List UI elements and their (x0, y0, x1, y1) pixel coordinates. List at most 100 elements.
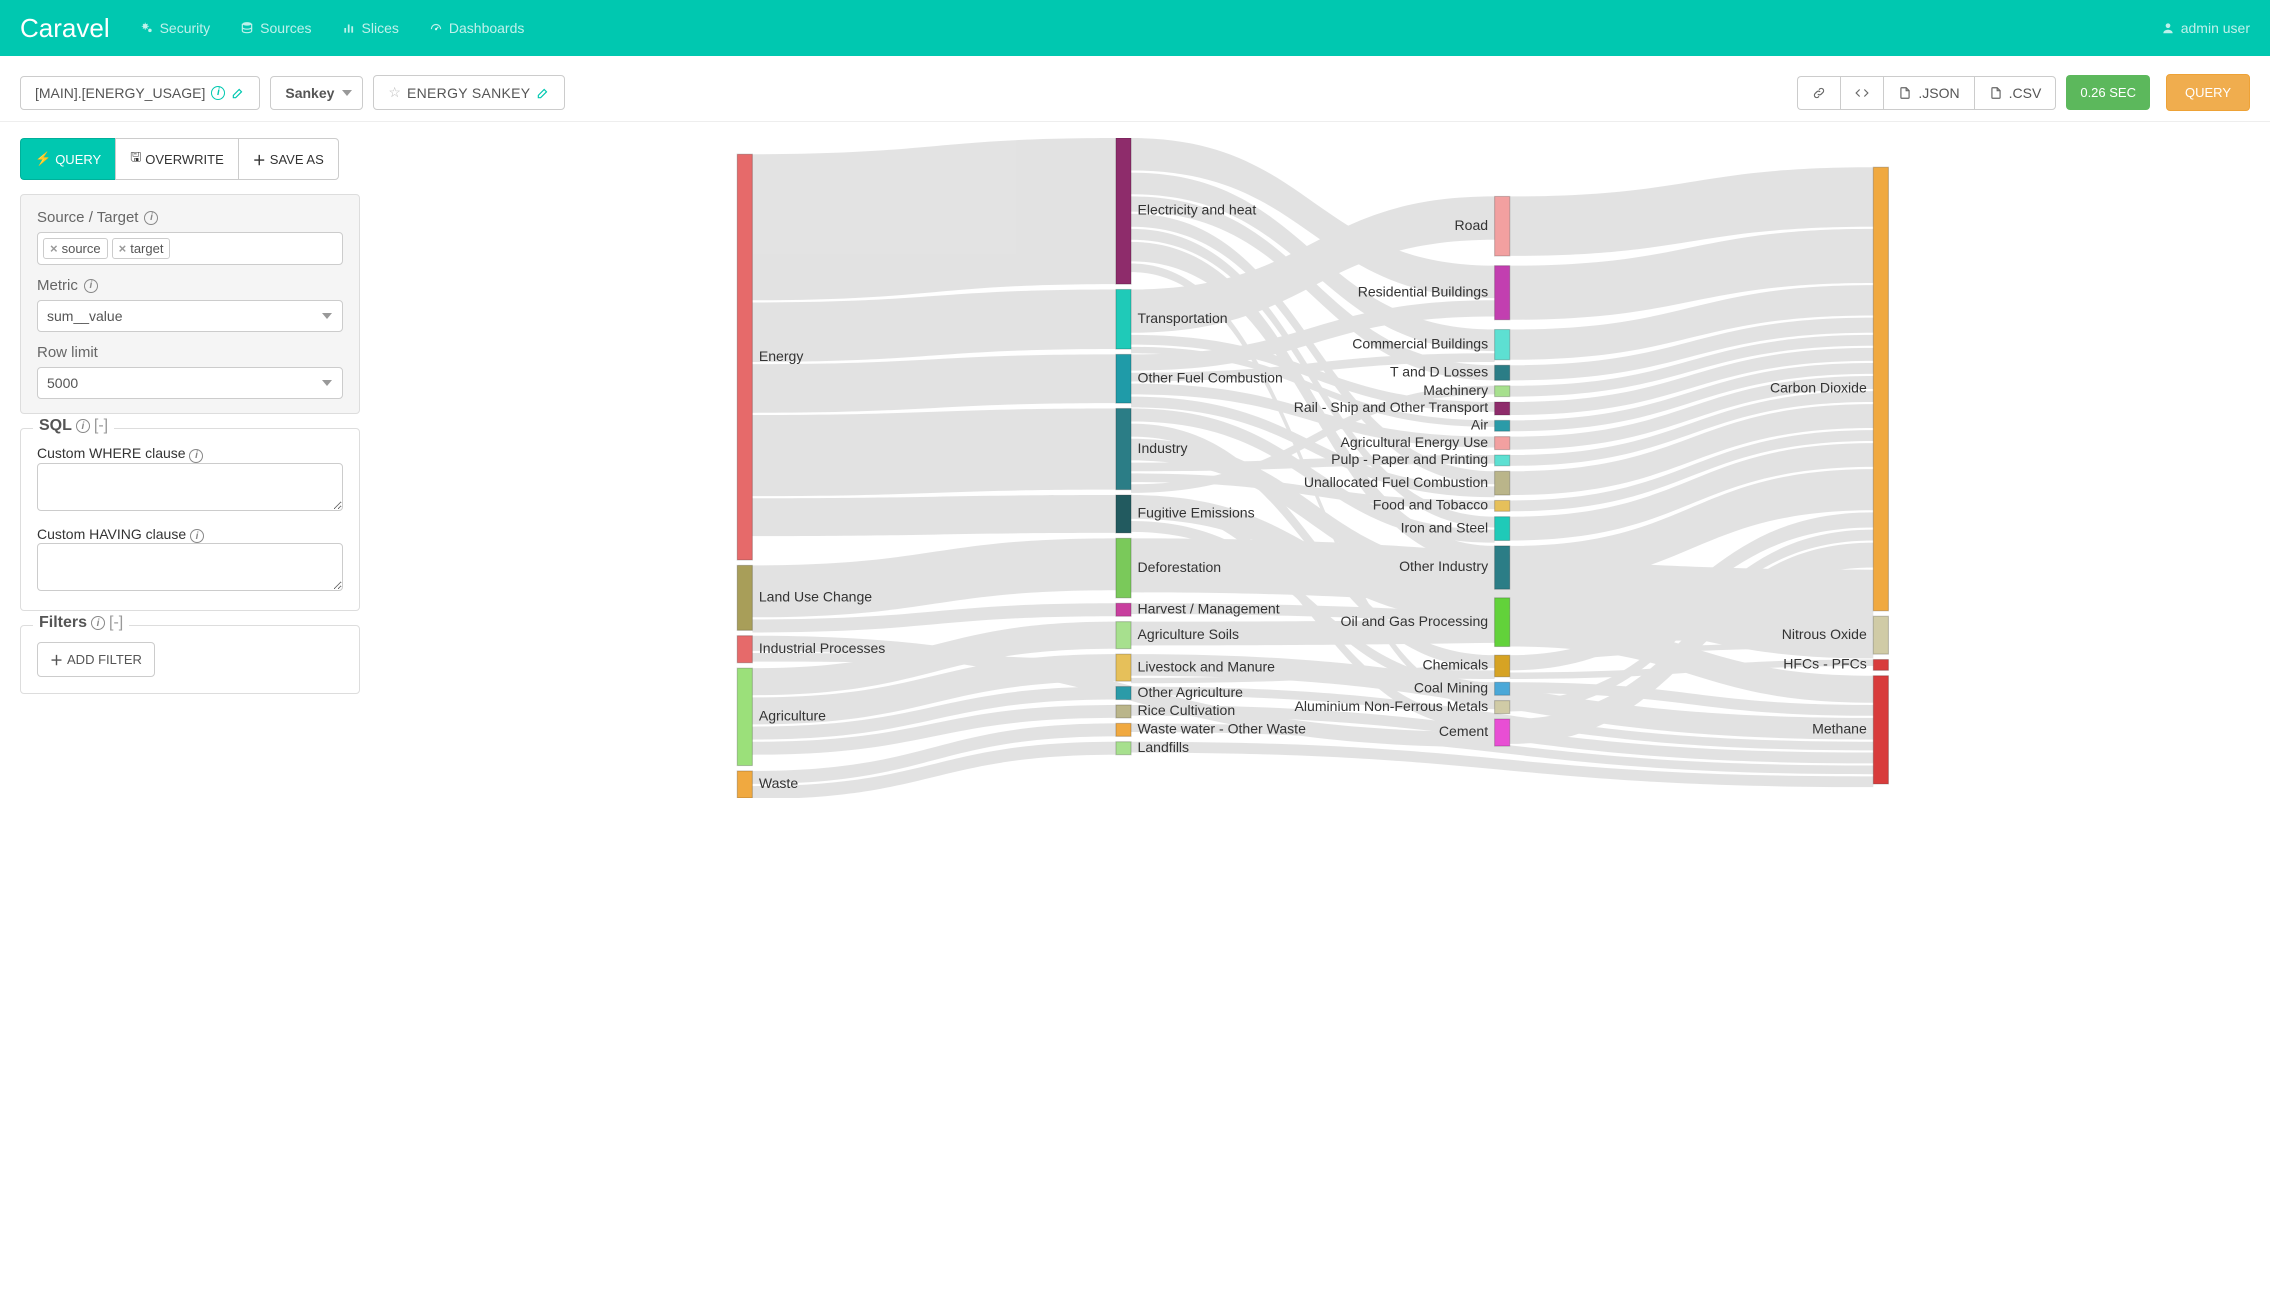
edit-icon[interactable] (536, 86, 550, 100)
tag[interactable]: × source (43, 238, 108, 259)
sankey-node[interactable] (1495, 500, 1510, 511)
sankey-node[interactable] (1495, 655, 1510, 677)
info-icon[interactable]: i (91, 616, 105, 630)
sankey-node[interactable] (1495, 437, 1510, 450)
query-button[interactable]: ⚡QUERY (20, 138, 115, 180)
info-icon[interactable]: i (211, 86, 225, 100)
query-button[interactable]: QUERY (2166, 74, 2250, 111)
json-label: .JSON (1918, 85, 1959, 101)
sql-legend[interactable]: SQL i [-] (33, 417, 114, 435)
brand[interactable]: Caravel (20, 13, 110, 44)
sankey-node-label: Machinery (1423, 382, 1488, 398)
having-label: Custom HAVING clause i (37, 526, 343, 544)
sankey-node[interactable] (1116, 138, 1131, 284)
remove-icon[interactable]: × (119, 241, 127, 256)
sankey-node[interactable] (1495, 196, 1510, 256)
datasource-name: [MAIN].[ENERGY_USAGE] (35, 85, 205, 101)
sankey-link[interactable] (752, 138, 1116, 300)
viz-type-select[interactable]: Sankey (270, 76, 363, 110)
sankey-node[interactable] (1495, 701, 1510, 714)
sankey-node-label: Livestock and Manure (1138, 658, 1276, 674)
csv-button[interactable]: .CSV (1974, 76, 2057, 110)
json-button[interactable]: .JSON (1883, 76, 1973, 110)
where-input[interactable] (37, 463, 343, 511)
sankey-node[interactable] (1116, 687, 1131, 700)
sankey-node[interactable] (1495, 330, 1510, 360)
sankey-node[interactable] (737, 668, 752, 765)
sankey-node[interactable] (1116, 723, 1131, 736)
source-target-panel: Source / Target i × source× target Metri… (20, 194, 360, 414)
nav-sources[interactable]: Sources (240, 20, 311, 36)
sankey-node[interactable] (1873, 660, 1888, 671)
tag[interactable]: × target (112, 238, 171, 259)
sankey-node[interactable] (1873, 616, 1888, 654)
sankey-node[interactable] (1495, 719, 1510, 746)
sankey-node[interactable] (1495, 266, 1510, 320)
source-target-input[interactable]: × source× target (37, 232, 343, 265)
sankey-node[interactable] (1873, 676, 1888, 784)
info-icon[interactable]: i (84, 279, 98, 293)
slice-name-box[interactable]: ☆ ENERGY SANKEY (373, 75, 565, 110)
sankey-node[interactable] (1873, 167, 1888, 611)
link-button[interactable] (1797, 76, 1840, 110)
nav-label: Slices (362, 20, 399, 36)
sankey-node[interactable] (1495, 402, 1510, 415)
datasource-box[interactable]: [MAIN].[ENERGY_USAGE] i (20, 76, 260, 110)
where-label: Custom WHERE clause i (37, 445, 343, 463)
sankey-node[interactable] (737, 771, 752, 798)
sankey-node-label: Waste water - Other Waste (1138, 721, 1307, 737)
sankey-node[interactable] (737, 565, 752, 630)
filters-legend[interactable]: Filters i [-] (33, 614, 129, 632)
sankey-node[interactable] (1116, 538, 1131, 598)
sankey-node[interactable] (1116, 289, 1131, 349)
sankey-node[interactable] (737, 636, 752, 663)
metric-select[interactable]: sum__value (37, 300, 343, 332)
remove-icon[interactable]: × (50, 241, 58, 256)
info-icon[interactable]: i (76, 419, 90, 433)
sankey-link[interactable] (752, 408, 1116, 496)
sankey-node[interactable] (1116, 654, 1131, 681)
nav-dashboards[interactable]: Dashboards (429, 20, 525, 36)
user-menu[interactable]: admin user (2161, 20, 2250, 36)
text: Metric (37, 277, 78, 294)
embed-button[interactable] (1840, 76, 1883, 110)
sankey-link[interactable] (752, 354, 1116, 412)
info-icon[interactable]: i (190, 529, 204, 543)
sankey-node[interactable] (1495, 546, 1510, 589)
sankey-link[interactable] (752, 495, 1116, 536)
info-icon[interactable]: i (189, 449, 203, 463)
having-input[interactable] (37, 543, 343, 591)
sankey-node[interactable] (1495, 386, 1510, 397)
sankey-node[interactable] (1116, 622, 1131, 649)
sankey-node[interactable] (1495, 471, 1510, 495)
star-icon[interactable]: ☆ (388, 84, 401, 101)
save-as-button[interactable]: ＋SAVE AS (238, 138, 339, 180)
sankey-node[interactable] (1116, 408, 1131, 489)
sankey-node[interactable] (1116, 742, 1131, 755)
overwrite-button[interactable]: 🖫OVERWRITE (115, 138, 238, 180)
nav-slices[interactable]: Slices (342, 20, 399, 36)
filters-fieldset: Filters i [-] ＋ ADD FILTER (20, 625, 360, 694)
sankey-node-label: Land Use Change (759, 589, 872, 605)
sankey-node[interactable] (1495, 365, 1510, 380)
sankey-node[interactable] (1495, 420, 1510, 431)
add-filter-button[interactable]: ＋ ADD FILTER (37, 642, 155, 677)
sankey-node[interactable] (1495, 455, 1510, 466)
sankey-node[interactable] (1495, 517, 1510, 541)
sankey-node[interactable] (1116, 705, 1131, 718)
sankey-node[interactable] (737, 154, 752, 560)
sankey-node-label: Coal Mining (1414, 679, 1488, 695)
sankey-node[interactable] (1495, 682, 1510, 695)
sankey-node[interactable] (1495, 598, 1510, 647)
text: SQL (39, 417, 72, 435)
sankey-node[interactable] (1116, 495, 1131, 533)
sankey-link[interactable] (752, 289, 1116, 361)
collapse-toggle[interactable]: [-] (94, 417, 108, 435)
sankey-node[interactable] (1116, 603, 1131, 616)
edit-icon[interactable] (231, 86, 245, 100)
sankey-node[interactable] (1116, 354, 1131, 403)
collapse-toggle[interactable]: [-] (109, 614, 123, 632)
nav-security[interactable]: Security (140, 20, 211, 36)
row-limit-select[interactable]: 5000 (37, 367, 343, 399)
info-icon[interactable]: i (144, 211, 158, 225)
